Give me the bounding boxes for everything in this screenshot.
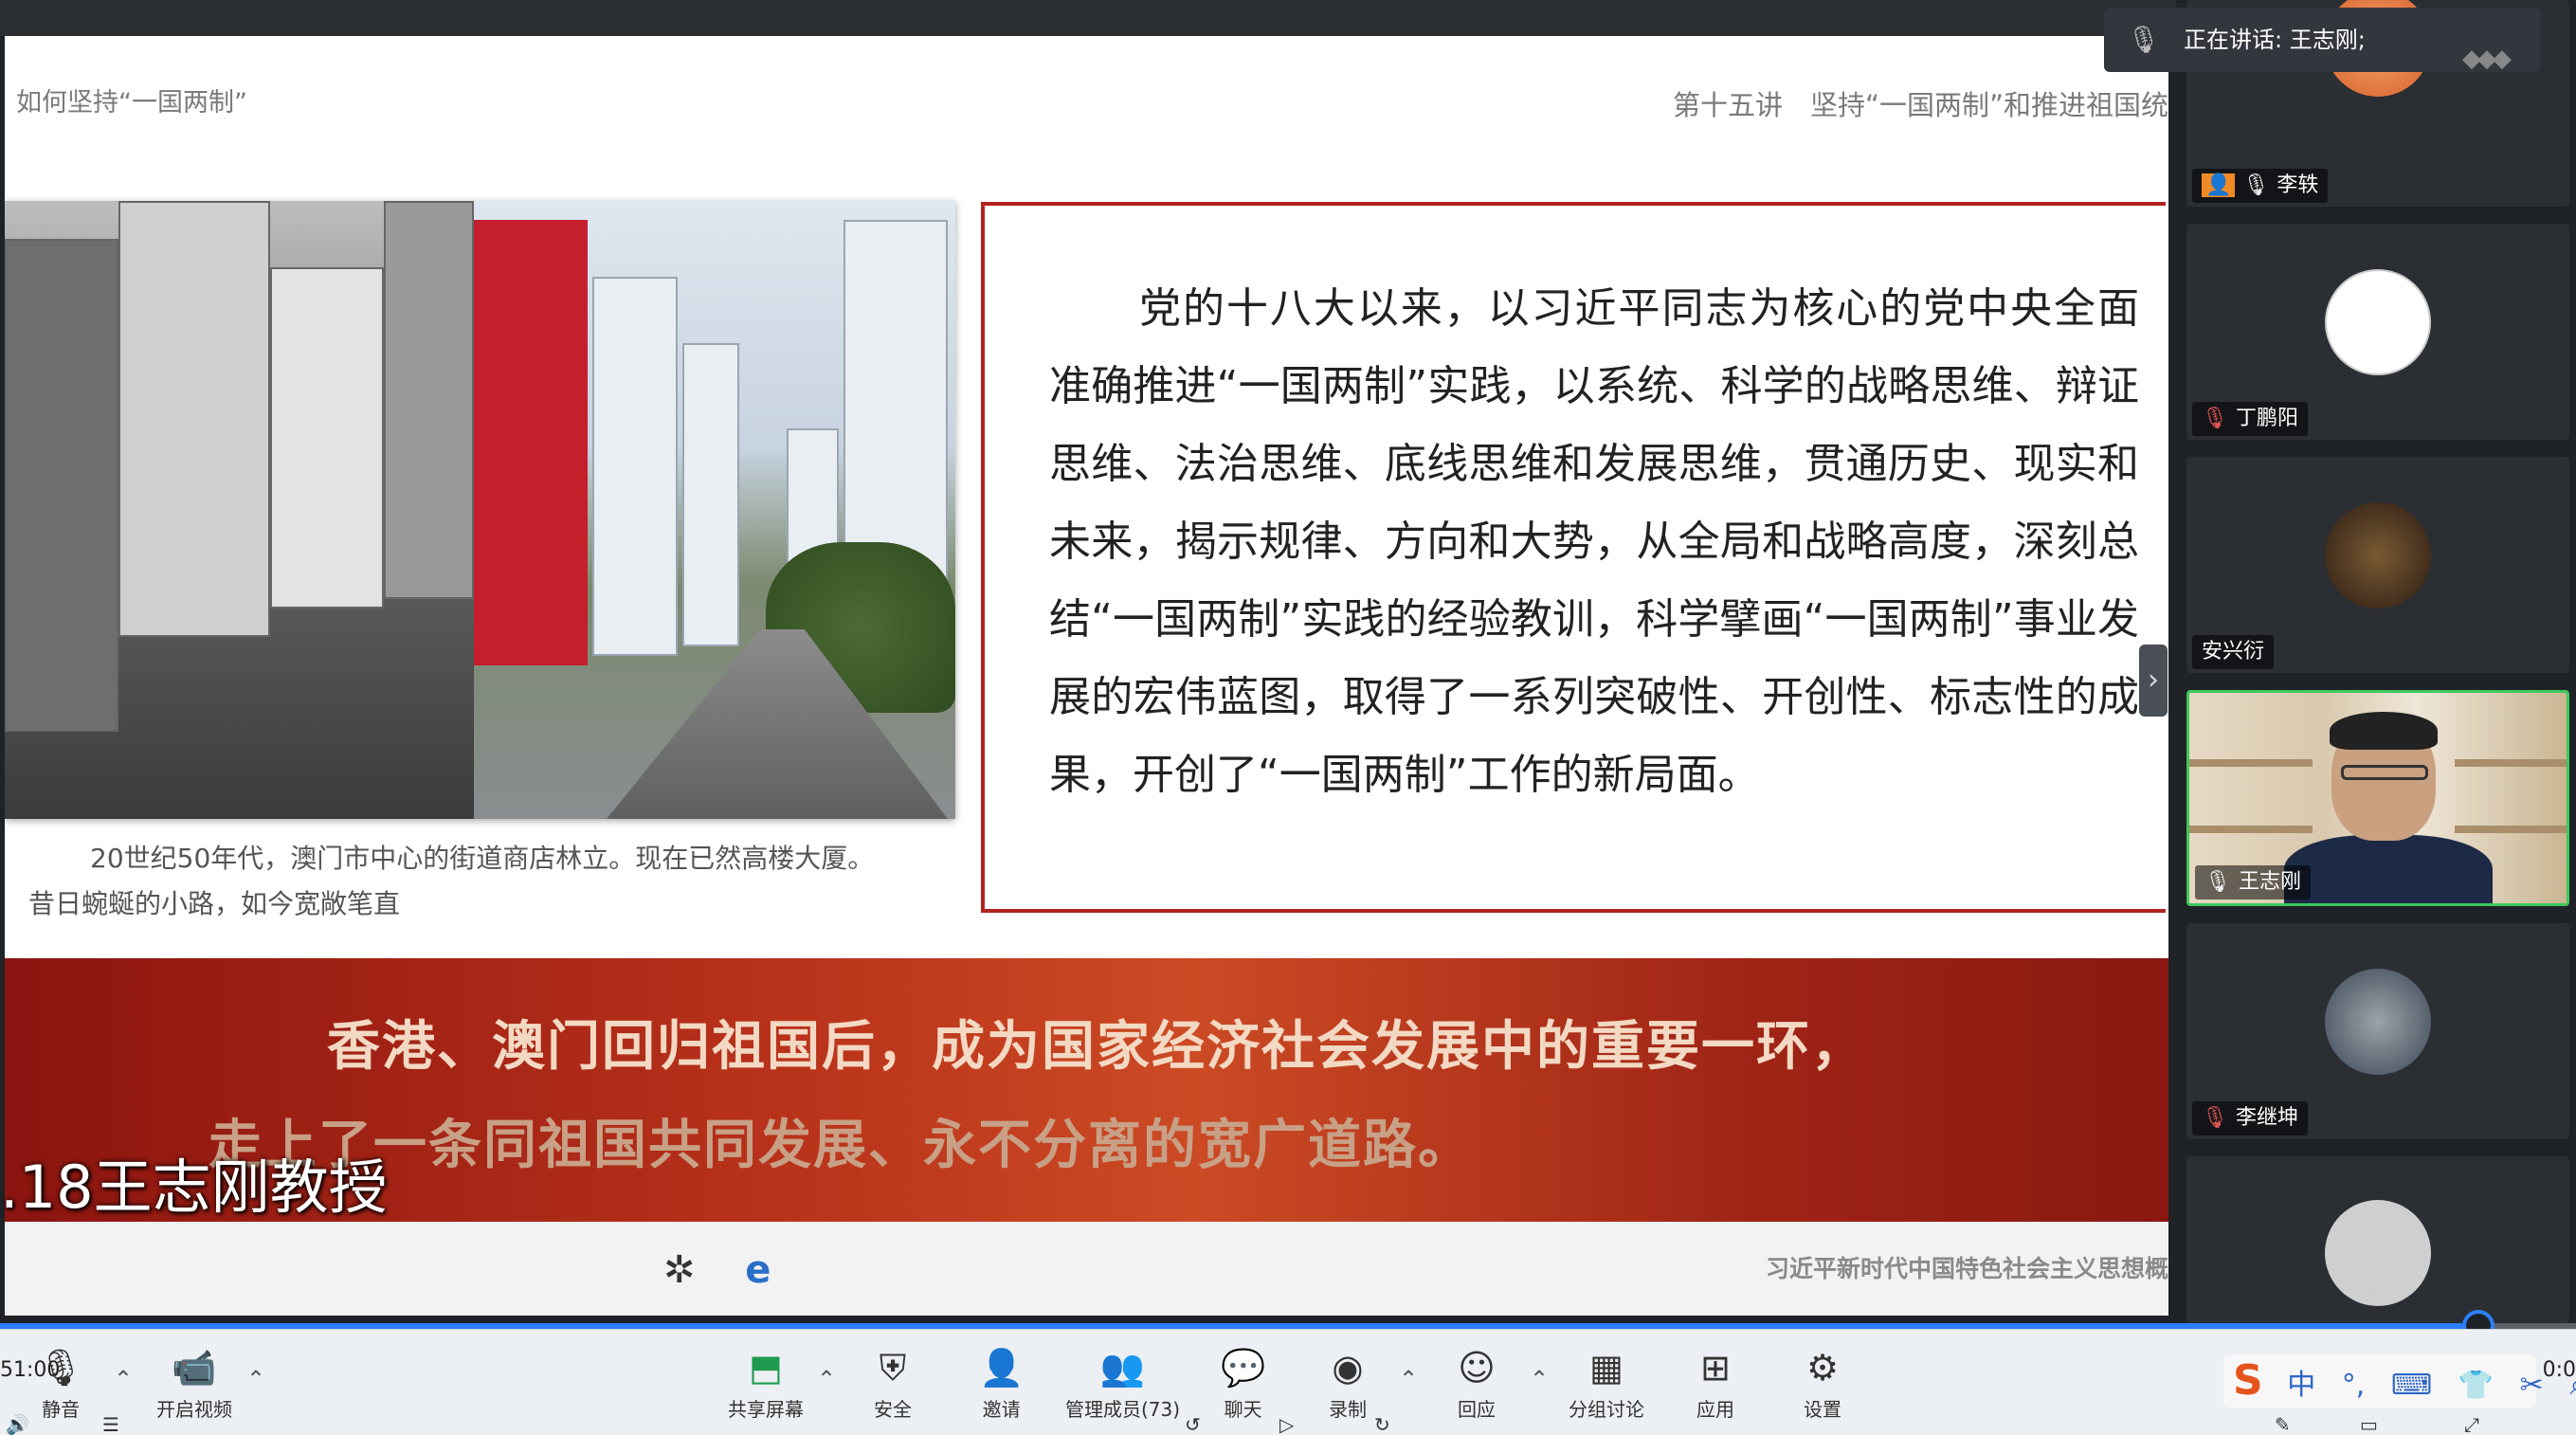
photo-caption: 20世纪50年代，澳门市中心的街道商店林立。现在已然高楼大厦。 昔日蜿蜒的小路，…	[28, 836, 957, 927]
share-options-caret[interactable]: ⌃	[817, 1366, 836, 1392]
footer-text: 习近平新时代中国特色社会主义思想概	[1765, 1255, 2168, 1282]
windmill-icon: ✲	[663, 1248, 696, 1292]
ie-icon: e	[745, 1248, 771, 1292]
chat-button[interactable]: 💬 聊天	[1221, 1347, 1265, 1422]
body-text-box: 党的十八大以来，以习近平同志为核心的党中央全面准确推进“一国两制”实践，以系统、…	[981, 202, 2166, 913]
banner-line1: 香港、澳门回归祖国后，成为国家经济社会发展中的重要一环，	[327, 1015, 1866, 1078]
keyboard-icon[interactable]: ⌨	[2391, 1369, 2432, 1402]
shield-icon: ⛨	[879, 1347, 907, 1389]
video-options-caret[interactable]: ⌃	[246, 1366, 265, 1392]
ime-toolbar[interactable]: S 中 °, ⌨ 👕 ✂ ⌕	[2223, 1354, 2576, 1408]
reaction-icon: ☺	[1458, 1347, 1496, 1389]
chevron-down-icon[interactable]: ⌄	[2368, 1280, 2386, 1303]
participant-label: 👤 🎙 李轶	[2192, 169, 2329, 203]
photo-caption-line2: 昔日蜿蜒的小路，如今宽敞笔直	[28, 888, 401, 919]
forward-icon[interactable]: ↻	[1374, 1413, 1390, 1435]
gear-icon: ⚙	[1805, 1347, 1840, 1389]
participant-label: 安兴衍	[2192, 635, 2275, 669]
participant-name: 李继坤	[2235, 1106, 2298, 1130]
banner-line2: 走上了一条同祖国共同发展、永不分离的宽广道路。	[209, 1114, 1473, 1176]
apps-icon: ⊞	[1700, 1347, 1731, 1389]
participant-name: 李轶	[2277, 173, 2319, 197]
slide-header-left: 如何坚持“一国两制”	[16, 88, 247, 118]
body-text: 党的十八大以来，以习近平同志为核心的党中央全面准确推进“一国两制”实践，以系统、…	[1049, 284, 2139, 799]
tools-icon[interactable]: ✂	[2520, 1369, 2544, 1402]
screen-icon[interactable]: ▭	[2360, 1413, 2378, 1435]
slide-footer: ✲ e 习近平新时代中国特色社会主义思想概	[5, 1222, 2168, 1316]
reactions-options-caret[interactable]: ⌃	[1530, 1366, 1549, 1392]
logo-icon: ◆◆◆	[2462, 45, 2512, 73]
expand-icon[interactable]: ⤢	[2464, 1413, 2479, 1435]
video-off-icon: 📹	[172, 1347, 217, 1389]
ime-language[interactable]: 中	[2287, 1369, 2315, 1402]
microphone-icon: 🎙	[2242, 173, 2270, 197]
footer-icons: ✲ e	[663, 1248, 808, 1292]
time-right: 0:0	[2542, 1358, 2576, 1382]
settings-button[interactable]: ⚙ 设置	[1804, 1347, 1841, 1422]
punctuation-icon[interactable]: °,	[2342, 1369, 2366, 1402]
reactions-button[interactable]: ☺ 回应	[1458, 1347, 1496, 1422]
old-street-photo	[5, 201, 474, 819]
avatar	[2325, 502, 2431, 609]
volume-icon[interactable]: 🔊	[6, 1413, 29, 1435]
avatar	[2325, 269, 2431, 375]
record-icon: ◉	[1332, 1347, 1364, 1389]
microphone-icon: 🎙	[2127, 24, 2161, 55]
record-button[interactable]: ◉ 录制	[1329, 1347, 1367, 1422]
share-screen-icon: ⬒	[749, 1347, 783, 1389]
collapse-panel-button[interactable]: ›	[2139, 645, 2168, 717]
skin-icon[interactable]: 👕	[2458, 1369, 2494, 1402]
participant-label: 🎙 王志刚	[2195, 865, 2311, 899]
apps-button[interactable]: ⊞ 应用	[1696, 1347, 1734, 1422]
video-button[interactable]: 📹 开启视频	[156, 1347, 232, 1422]
play-icon[interactable]: ▷	[1279, 1413, 1294, 1435]
player-controls-row: 🔊 ☰ ↺ ▷ ↻ ✎ ▭ ⤢	[0, 1413, 2576, 1435]
chat-icon: 💬	[1221, 1347, 1266, 1389]
photo-caption-line1: 20世纪50年代，澳门市中心的街道商店林立。现在已然高楼大厦。	[90, 843, 875, 874]
microphone-muted-icon: 🎙	[2202, 1106, 2228, 1130]
speaking-label: 正在讲话: 王志刚;	[2184, 27, 2366, 53]
participant-tile[interactable]: ⌄	[2186, 1156, 2569, 1323]
rewind-icon[interactable]: ↺	[1185, 1413, 1201, 1435]
invite-button[interactable]: 👤 邀请	[979, 1347, 1024, 1422]
shared-slide: 如何坚持“一国两制” 第十五讲 坚持“一国两制”和推进祖国统 20世纪50年代，…	[5, 36, 2168, 1316]
speaking-indicator: 🎙 正在讲话: 王志刚; ◆◆◆	[2104, 8, 2540, 73]
record-options-caret[interactable]: ⌃	[1399, 1366, 1418, 1392]
mute-button[interactable]: 🎙 静音	[38, 1347, 83, 1422]
participant-name: 王志刚	[2238, 870, 2301, 894]
participant-tile[interactable]: 安兴衍	[2186, 457, 2569, 673]
microphone-muted-icon: 🎙	[2202, 407, 2228, 430]
manage-participants-button[interactable]: 👥 管理成员(73)	[1065, 1347, 1180, 1422]
share-screen-button[interactable]: ⬒ 共享屏幕	[728, 1347, 804, 1422]
slide-header-right: 第十五讲 坚持“一国两制”和推进祖国统	[1672, 89, 2168, 121]
macau-street-photo	[5, 201, 955, 819]
security-button[interactable]: ⛨ 安全	[874, 1347, 912, 1422]
list-icon[interactable]: ☰	[102, 1413, 119, 1435]
mute-options-caret[interactable]: ⌃	[114, 1366, 133, 1392]
breakout-rooms-button[interactable]: ▦ 分组讨论	[1569, 1347, 1644, 1422]
participants-icon: 👥	[1099, 1347, 1146, 1389]
modern-street-photo	[474, 201, 955, 819]
microphone-icon: 🎙	[38, 1347, 84, 1389]
participant-tile[interactable]: 🎙 丁鹏阳	[2186, 224, 2569, 440]
participant-name: 丁鹏阳	[2235, 407, 2298, 430]
person-icon: 👤	[2202, 173, 2236, 197]
sogou-logo-icon: S	[2233, 1356, 2263, 1405]
presenter-caption: .18王志刚教授	[0, 1153, 388, 1222]
add-user-icon: 👤	[979, 1347, 1025, 1389]
participant-label: 🎙 李继坤	[2192, 1101, 2308, 1135]
pen-icon[interactable]: ✎	[2275, 1413, 2291, 1435]
breakout-icon: ▦	[1589, 1347, 1624, 1389]
meeting-toolbar: 51:00 🎙 静音 ⌃ 📹 开启视频 ⌃ ⬒ 共享屏幕 ⌃ ⛨ 安全 👤 邀请…	[0, 1329, 2576, 1435]
microphone-icon: 🎙	[2204, 870, 2231, 894]
participant-label: 🎙 丁鹏阳	[2192, 402, 2308, 436]
participant-name: 安兴衍	[2202, 640, 2265, 663]
avatar	[2325, 969, 2431, 1075]
participant-tile-active[interactable]: 🎙 王志刚	[2186, 690, 2569, 906]
participant-tile[interactable]: 🎙 李继坤	[2186, 923, 2569, 1139]
